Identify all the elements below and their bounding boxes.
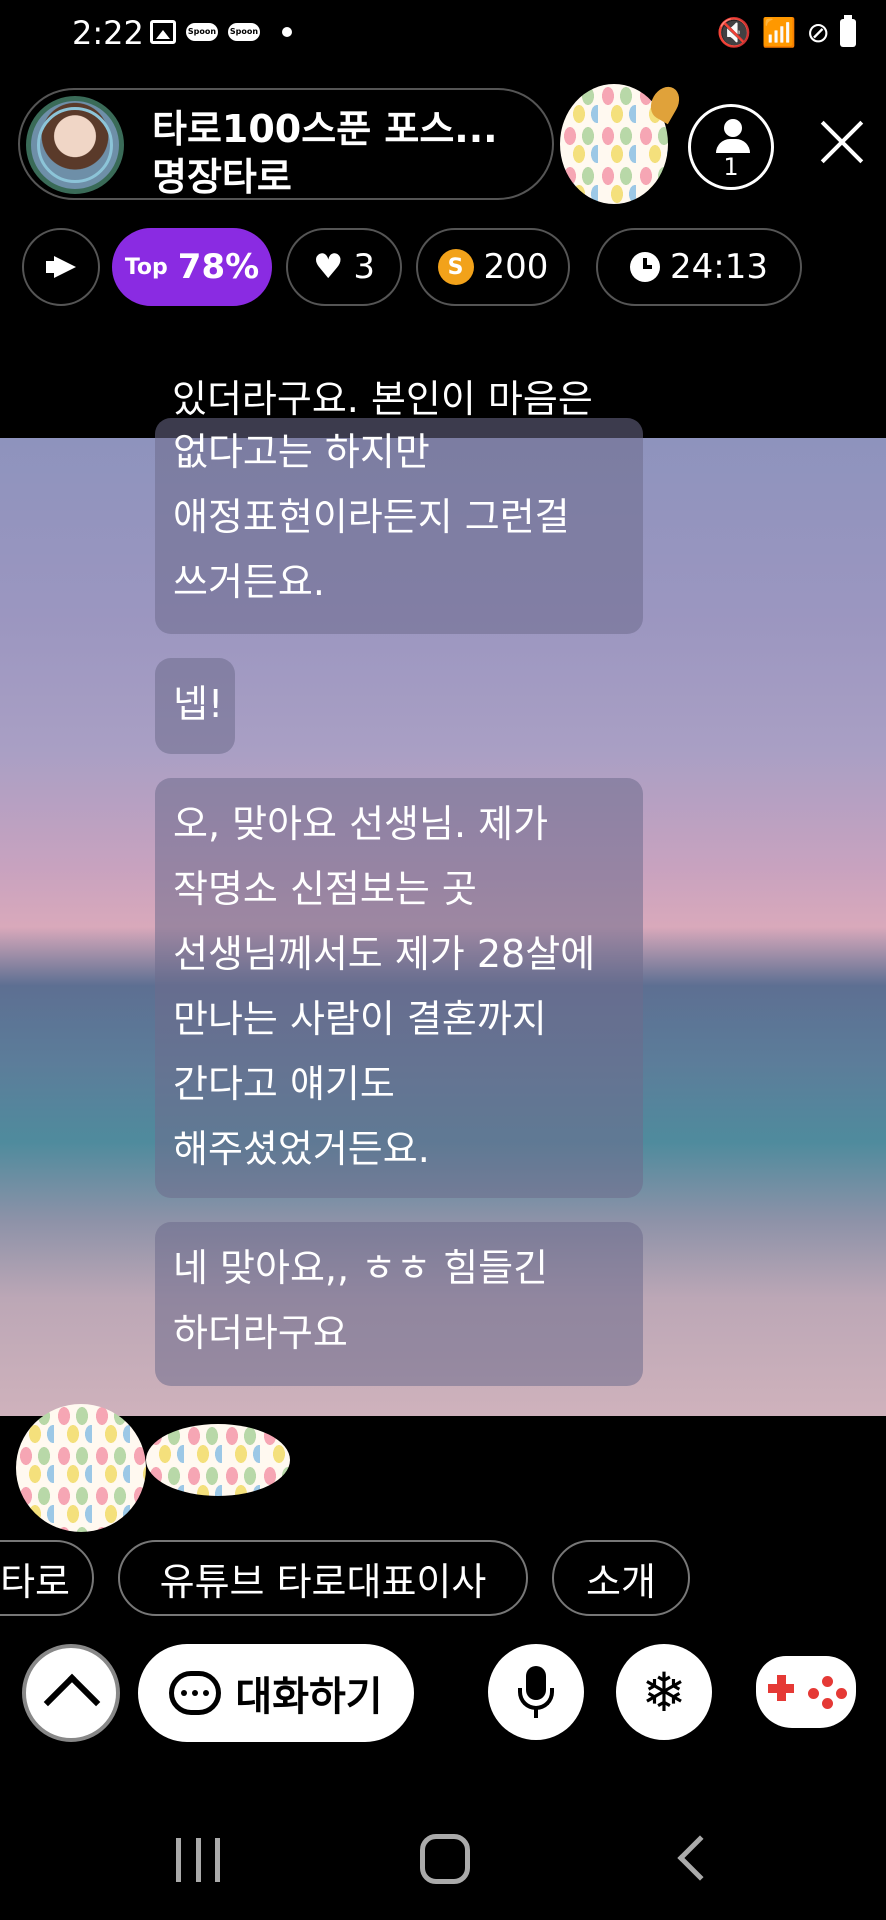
- chat-button[interactable]: 대화하기: [138, 1644, 414, 1742]
- timer-value: 24:13: [670, 247, 768, 287]
- tag-chip[interactable]: 타로: [0, 1540, 94, 1616]
- snowflake-icon: ❄: [641, 1660, 687, 1724]
- back-button[interactable]: [677, 1835, 723, 1881]
- top-value: 78%: [177, 247, 260, 287]
- system-icons: 🔇 📶 ⊘: [716, 14, 856, 49]
- person-icon: [724, 119, 742, 137]
- image-icon: [150, 20, 176, 44]
- home-button[interactable]: [420, 1834, 470, 1884]
- game-button[interactable]: [756, 1656, 856, 1728]
- dot-icon: [282, 27, 292, 37]
- chat-button-label: 대화하기: [235, 1674, 383, 1720]
- mic-button[interactable]: [488, 1644, 584, 1740]
- snowflake-button[interactable]: ❄: [616, 1644, 712, 1740]
- status-time: 2:22: [72, 14, 144, 52]
- host-subtitle: 명장타로: [152, 155, 292, 199]
- notification-icons: Spoon Spoon: [150, 20, 292, 44]
- like-count: 3: [353, 247, 376, 287]
- listener-count: 1: [723, 153, 739, 181]
- tag-chip[interactable]: 소개: [552, 1540, 690, 1616]
- heart-icon: ♥: [312, 247, 344, 287]
- blocked-icon: ⊘: [806, 16, 830, 49]
- chat-message: 넵!: [155, 658, 235, 754]
- host-title: 타로100스푼 포스...: [152, 107, 498, 151]
- wifi-icon: 📶: [761, 16, 797, 49]
- top-label: Top: [124, 254, 168, 280]
- timer-chip: 24:13: [596, 228, 802, 306]
- host-avatar[interactable]: [26, 96, 124, 194]
- top-rank-chip[interactable]: Top 78%: [112, 228, 272, 306]
- chevron-up-icon: [43, 1673, 101, 1731]
- spoon-count: 200: [483, 247, 549, 287]
- chat-message-partial: 있더라구요. 본인이 마음은: [172, 377, 593, 421]
- guest-avatar-censored[interactable]: [16, 1404, 146, 1532]
- recents-button[interactable]: [176, 1838, 220, 1882]
- host-profile[interactable]: 타로100스푼 포스... 명장타로: [18, 88, 554, 200]
- close-button[interactable]: [818, 118, 866, 166]
- mute-icon: 🔇: [716, 16, 752, 49]
- chat-message: 오, 맞아요 선생님. 제가 작명소 신점보는 곳 선생님께서도 제가 28살에…: [155, 778, 643, 1198]
- chat-message: 없다고는 하지만 애정표현이라든지 그런걸 쓰거든요.: [155, 418, 643, 634]
- tag-chip[interactable]: 유튜브 타로대표이사: [118, 1540, 528, 1616]
- battery-icon: [840, 14, 856, 47]
- megaphone-icon: [46, 256, 76, 278]
- like-chip[interactable]: ♥ 3: [286, 228, 402, 306]
- announcement-button[interactable]: [22, 228, 100, 306]
- listener-count-button[interactable]: 1: [688, 104, 774, 190]
- guest-avatar-censored[interactable]: [146, 1424, 290, 1496]
- spoon-coin-icon: S: [437, 249, 474, 285]
- spoon-icon: Spoon: [228, 23, 260, 41]
- spoon-icon: Spoon: [186, 23, 218, 41]
- status-bar: 2:22 Spoon Spoon 🔇 📶 ⊘: [0, 0, 886, 68]
- chat-message: 네 맞아요,, ㅎㅎ 힘들긴 하더라구요: [155, 1222, 643, 1386]
- clock-icon: [630, 252, 660, 282]
- spoon-chip[interactable]: S 200: [416, 228, 570, 306]
- expand-button[interactable]: [22, 1644, 120, 1742]
- chat-bubble-icon: [169, 1671, 222, 1715]
